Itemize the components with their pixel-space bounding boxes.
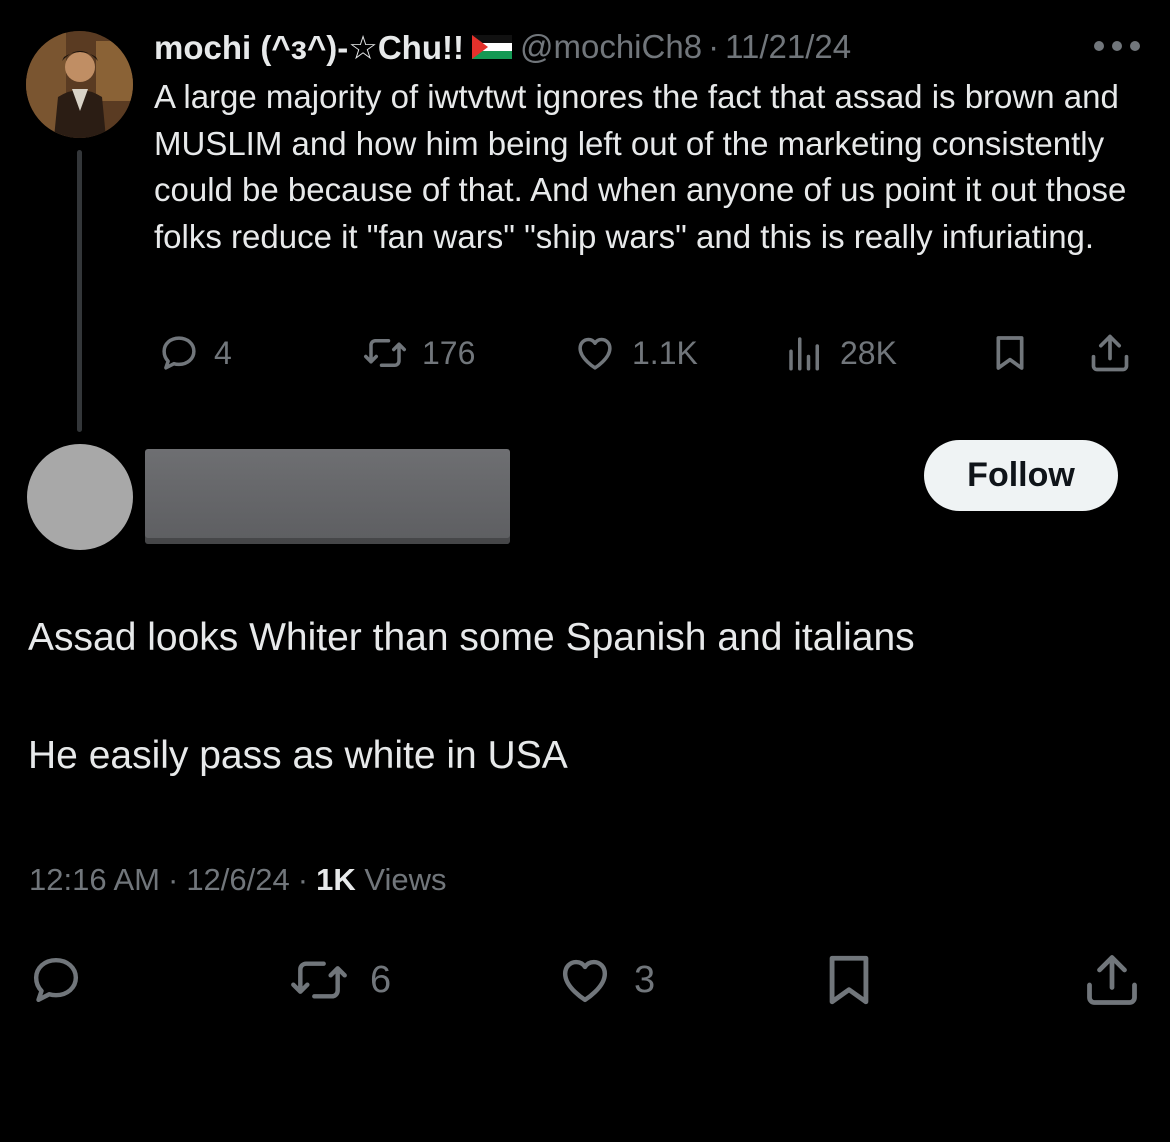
reply-repost-button[interactable]: 6 [286, 950, 391, 1010]
reply-icon [162, 336, 196, 370]
share-icon [1087, 955, 1137, 1005]
repost-icon [364, 339, 406, 367]
parent-repost-button[interactable]: 176 [362, 330, 475, 376]
parent-tweet-text: A large majority of iwtvtwt ignores the … [154, 78, 1127, 255]
parent-views-button[interactable]: 28K [784, 330, 897, 376]
reply-views-label: Views [364, 862, 447, 897]
bookmark-icon [829, 955, 869, 1005]
parent-action-bar: 4 176 1.1K 28K [154, 330, 1144, 376]
parent-reply-button[interactable]: 4 [158, 330, 232, 376]
meta-separator: · [297, 862, 309, 897]
reply-repost-count: 6 [370, 958, 392, 1001]
meta-separator: · [167, 862, 179, 897]
reply-action-bar: 6 3 [0, 950, 1170, 1010]
share-icon [1091, 334, 1129, 372]
like-icon [578, 337, 612, 370]
like-icon [562, 959, 608, 1003]
parent-header: mochi (^з^)-☆Chu!! @mochiCh8 · 11/21/24 [154, 24, 851, 70]
parent-reply-count: 4 [214, 334, 232, 371]
views-icon [789, 337, 819, 371]
bookmark-icon [996, 336, 1024, 370]
tweet-thread: mochi (^з^)-☆Chu!! @mochiCh8 · 11/21/24 … [0, 0, 1170, 1142]
parent-display-name[interactable]: mochi (^з^)-☆Chu!! [154, 28, 464, 67]
parent-bookmark-button[interactable] [990, 330, 1030, 376]
parent-repost-count: 176 [422, 334, 476, 371]
reply-time[interactable]: 12:16 AM [29, 862, 160, 897]
reply-text-line-2: He easily pass as white in USA [28, 734, 568, 777]
reply-avatar[interactable] [27, 444, 133, 550]
parent-views-count: 28K [840, 334, 897, 371]
reply-like-button[interactable]: 3 [554, 950, 655, 1010]
follow-button[interactable]: Follow [924, 440, 1118, 511]
reply-text-line-1: Assad looks Whiter than some Spanish and… [28, 616, 915, 659]
parent-share-button[interactable] [1088, 330, 1132, 376]
reply-share-button[interactable] [1082, 950, 1142, 1010]
redacted-username-box [145, 449, 510, 544]
parent-avatar[interactable] [26, 31, 133, 138]
reply-like-count: 3 [634, 958, 656, 1001]
parent-like-count: 1.1K [632, 334, 698, 371]
reply-views-count[interactable]: 1K [316, 862, 356, 897]
repost-icon [291, 961, 347, 999]
palestine-flag-icon [471, 35, 512, 59]
parent-date[interactable]: 11/21/24 [725, 28, 851, 66]
parent-like-button[interactable]: 1.1K [572, 330, 698, 376]
reply-date[interactable]: 12/6/24 [186, 862, 289, 897]
thread-connector-line [77, 150, 82, 432]
header-separator: · [708, 28, 720, 65]
parent-handle[interactable]: @mochiCh8 [520, 28, 702, 66]
more-icon[interactable] [1094, 34, 1140, 58]
reply-reply-button[interactable] [26, 950, 86, 1010]
reply-meta: 12:16 AM · 12/6/24 · 1K Views [29, 862, 446, 898]
reply-bookmark-button[interactable] [820, 950, 878, 1010]
reply-icon [33, 957, 79, 1003]
